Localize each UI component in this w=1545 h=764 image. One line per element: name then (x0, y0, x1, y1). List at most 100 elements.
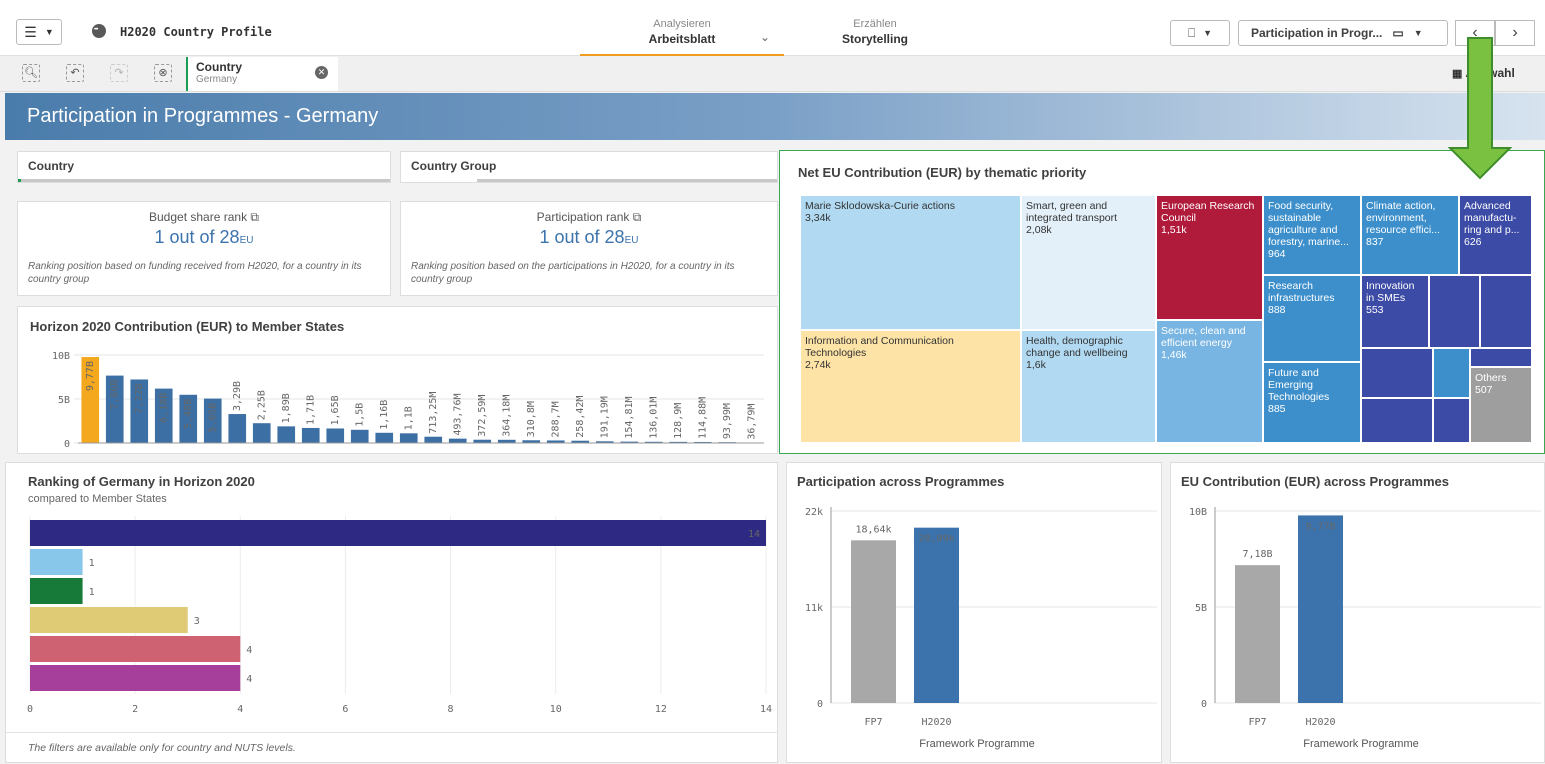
annotation-arrow-icon (1440, 30, 1520, 180)
sheet-selector[interactable]: Participation in Progr... ▭ ▼ (1238, 20, 1448, 46)
tab-small-label: Erzählen (800, 18, 950, 30)
kpi-value: 1 out of 28EU (28, 227, 380, 248)
x-tick-label: FP7 (864, 717, 882, 728)
participation-chart-card[interactable]: Participation across Programmes 22k11k01… (786, 462, 1162, 763)
treemap-cell[interactable] (1429, 275, 1480, 348)
participation-bar-chart: 22k11k018,64kFP720,09kH2020Framework Pro… (787, 463, 1163, 764)
treemap-cell[interactable]: Smart, green and integrated transport2,0… (1021, 195, 1156, 330)
chart-title: Net EU Contribution (EUR) by thematic pr… (798, 165, 1086, 180)
bar-value-label: 1,71B (306, 395, 317, 425)
treemap-cell-label: Climate action, environment, resource ef… (1366, 200, 1454, 236)
treemap-cell-value: 3,34k (805, 212, 1016, 224)
tab-big-label: Arbeitsblatt (580, 32, 784, 46)
external-link-icon[interactable]: ⧉ (250, 210, 259, 224)
eu-contribution-chart-card[interactable]: EU Contribution (EUR) across Programmes … (1170, 462, 1545, 763)
selection-pill-country[interactable]: Country Germany ✕ (186, 57, 338, 91)
external-link-icon[interactable]: ⧉ (633, 210, 642, 224)
menu-button[interactable]: ☰▼ (16, 19, 62, 45)
bar-value-label: 493,76M (453, 393, 464, 435)
bar (851, 540, 896, 703)
smart-search-icon[interactable]: 🔍︎ (22, 64, 40, 82)
bar-value-label: 114,88M (698, 397, 709, 439)
bar (449, 439, 467, 443)
treemap-cell[interactable] (1361, 398, 1433, 443)
filter-country-group[interactable]: Country Group (400, 151, 778, 183)
treemap-cell[interactable]: Future and Emerging Technologies885 (1263, 362, 1361, 443)
bar-value-label: 6,18B (159, 393, 170, 423)
ranking-chart-card[interactable]: Ranking of Germany in Horizon 2020 compa… (5, 462, 778, 763)
step-back-icon[interactable]: ↶ (66, 64, 84, 82)
treemap-cell[interactable] (1433, 398, 1470, 443)
treemap-cell-value: 885 (1268, 403, 1356, 415)
treemap-cell[interactable]: Information and Communication Technologi… (800, 330, 1021, 443)
treemap-cell[interactable]: Others507 (1470, 367, 1532, 443)
bar-value-label: 258,42M (575, 396, 586, 438)
treemap-cell[interactable] (1361, 348, 1433, 398)
treemap-cell-value: 507 (1475, 384, 1527, 396)
selection-value: Germany (196, 74, 330, 85)
close-icon[interactable]: ✕ (315, 66, 328, 79)
bar-value-label: 128,9M (673, 403, 684, 439)
treemap-cell[interactable]: European Research Council1,51k (1156, 195, 1263, 320)
bar-value-label: 154,81M (624, 396, 635, 438)
bar-value-label: 4 (246, 674, 252, 685)
bar-value-label: 136,01M (649, 397, 660, 439)
bar (253, 423, 271, 443)
treemap-cell-label: Future and Emerging Technologies (1268, 367, 1356, 403)
bookmark-button[interactable]: ⎕▼ (1170, 20, 1230, 46)
treemap-cell[interactable]: Secure, clean and efficient energy1,46k (1156, 320, 1263, 443)
treemap-cell[interactable] (1480, 275, 1532, 348)
treemap-card[interactable]: Net EU Contribution (EUR) by thematic pr… (779, 150, 1545, 454)
bar-value-label: 3 (194, 616, 200, 627)
treemap-cell[interactable]: Food security, sustainable agriculture a… (1263, 195, 1361, 275)
hamburger-icon: ☰ (24, 24, 37, 41)
chevron-down-icon[interactable]: ⌄ (760, 30, 770, 44)
treemap-cell-label: Research infrastructures (1268, 280, 1356, 304)
treemap-cell-label: Advanced manufactu-ring and p... (1464, 200, 1527, 236)
bar-value-label: 1,5B (355, 403, 366, 427)
filter-bar (18, 179, 390, 182)
bar-value-label: 5,05B (208, 403, 219, 433)
bar-value-label: 288,7M (551, 401, 562, 437)
treemap-cell[interactable]: Marie Sklodowska-Curie actions3,34k (800, 195, 1021, 330)
bar (277, 426, 295, 443)
ranking-bar (30, 607, 188, 633)
x-axis-label: Framework Programme (919, 738, 1035, 750)
step-forward-icon[interactable]: ↷ (110, 64, 128, 82)
y-tick-label: 10B (1189, 507, 1207, 518)
treemap-cell-value: 553 (1366, 304, 1424, 316)
bar-value-label: 1,1B (404, 406, 415, 430)
app-icon (92, 24, 106, 38)
treemap-cell-label: Innovation in SMEs (1366, 280, 1424, 304)
filter-country[interactable]: Country (17, 151, 391, 183)
bar (400, 433, 418, 443)
treemap-cell-label: Information and Communication Technologi… (805, 335, 1016, 359)
treemap-cell[interactable]: Health, demographic change and wellbeing… (1021, 330, 1156, 443)
treemap-cell[interactable]: Advanced manufactu-ring and p...626 (1459, 195, 1532, 275)
treemap-cell-value: 837 (1366, 236, 1454, 248)
x-tick-label: 0 (27, 704, 33, 715)
y-tick-label: 11k (805, 603, 823, 614)
clear-selections-icon[interactable]: ⊗ (154, 64, 172, 82)
treemap-cell[interactable] (1470, 348, 1532, 367)
treemap-cell[interactable]: Climate action, environment, resource ef… (1361, 195, 1459, 275)
ranking-bar (30, 578, 83, 604)
sheet-selector-label: Participation in Progr... (1251, 26, 1382, 40)
y-tick-label: 0 (1201, 699, 1207, 710)
ranking-bar (30, 520, 766, 546)
ranking-bar (30, 636, 240, 662)
tab-arbeitsblatt[interactable]: Analysieren Arbeitsblatt (580, 18, 784, 56)
treemap-cell-value: 1,46k (1161, 349, 1258, 361)
treemap-cell[interactable] (1433, 348, 1470, 398)
y-tick-label: 0 (64, 439, 70, 450)
y-tick-label: 22k (805, 507, 823, 518)
treemap-cell[interactable]: Innovation in SMEs553 (1361, 275, 1429, 348)
bar-value-label: 9,77B (1305, 521, 1335, 532)
kpi-label: Participation rank ⧉ (411, 210, 767, 225)
kpi-value: 1 out of 28EU (411, 227, 767, 248)
tab-storytelling[interactable]: Erzählen Storytelling (800, 18, 950, 46)
treemap-cell[interactable]: Research infrastructures888 (1263, 275, 1361, 362)
bar-value-label: 9,77B (85, 361, 96, 391)
contribution-chart[interactable]: Horizon 2020 Contribution (EUR) to Membe… (17, 306, 778, 454)
bar (1298, 515, 1343, 703)
